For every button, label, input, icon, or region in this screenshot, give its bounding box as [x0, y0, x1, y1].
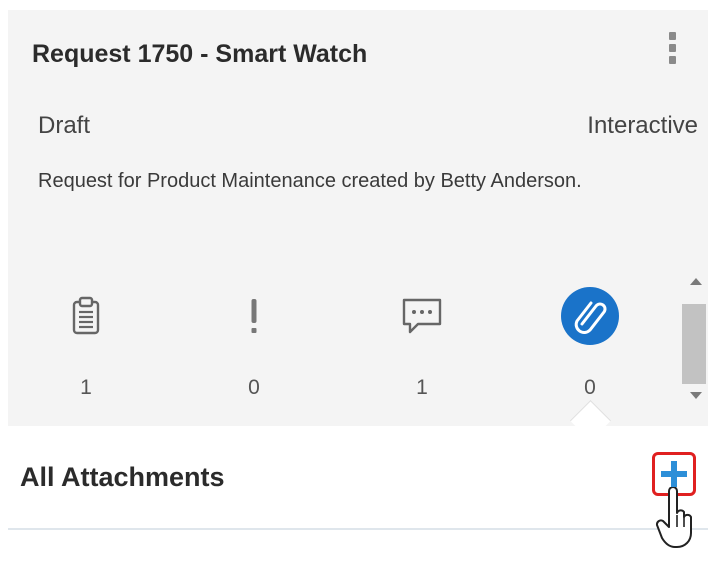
tab-comments[interactable]: [382, 280, 462, 352]
tab-issues[interactable]: [214, 280, 294, 352]
scrollbar-thumb[interactable]: [682, 304, 706, 384]
paperclip-icon: [561, 287, 619, 345]
scroll-up-arrow-icon[interactable]: [690, 278, 702, 285]
request-status: Draft: [38, 112, 91, 139]
tab-issues-count: 0: [248, 376, 260, 399]
plus-icon: [661, 461, 687, 487]
tab-comments-count: 1: [416, 376, 428, 399]
section-divider: [8, 528, 708, 530]
clipboard-icon: [72, 296, 100, 335]
kebab-dot: [668, 56, 676, 64]
tab-attachments[interactable]: [550, 280, 630, 352]
scroll-down-arrow-icon[interactable]: [690, 392, 702, 399]
request-description: Request for Product Maintenance created …: [38, 170, 582, 192]
tab-details[interactable]: [46, 280, 126, 352]
comment-icon: [402, 298, 442, 334]
request-title: Request 1750 - Smart Watch: [32, 40, 368, 68]
tab-details-count: 1: [80, 376, 92, 399]
request-card: [8, 10, 708, 426]
exclamation-icon: [251, 299, 257, 333]
more-options-button[interactable]: [662, 32, 682, 80]
kebab-dot: [668, 44, 676, 52]
tab-attachments-count: 0: [584, 376, 596, 399]
section-title: All Attachments: [20, 462, 225, 492]
kebab-dot: [668, 32, 676, 40]
request-mode: Interactive: [587, 112, 698, 139]
tabs-scrollbar[interactable]: [680, 264, 708, 410]
hand-cursor-icon: [655, 487, 692, 548]
